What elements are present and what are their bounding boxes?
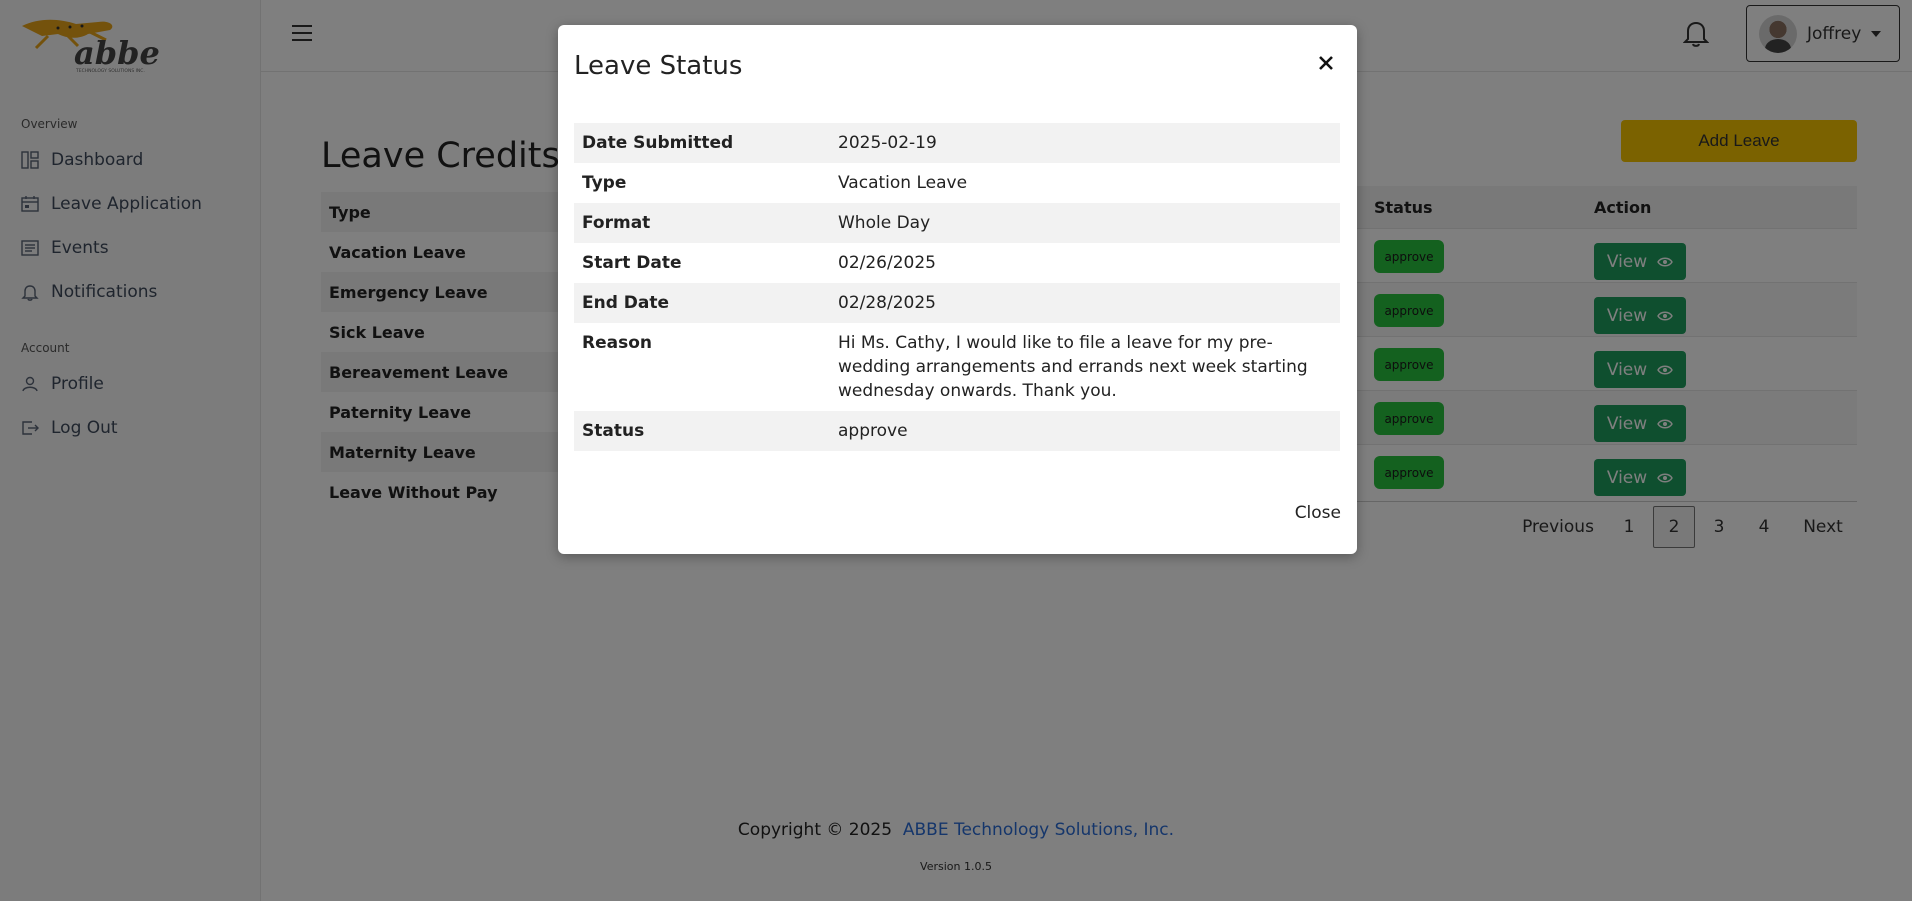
- detail-label: Format: [574, 203, 830, 243]
- leave-status-modal: Leave Status Date Submitted 2025-02-19 Ty…: [558, 25, 1357, 554]
- leave-details-table: Date Submitted 2025-02-19 Type Vacation Le…: [574, 123, 1340, 451]
- detail-value: 02/26/2025: [838, 253, 936, 273]
- detail-row: Type Vacation Leave: [574, 163, 1340, 203]
- modal-title: Leave Status: [574, 51, 743, 81]
- detail-value: Whole Day: [830, 203, 1340, 243]
- detail-value: 02/28/2025: [830, 283, 1340, 323]
- detail-label: Start Date: [582, 253, 682, 273]
- detail-row: Start Date 02/26/2025: [574, 243, 1340, 283]
- detail-row: Date Submitted 2025-02-19: [574, 123, 1340, 163]
- detail-row: End Date 02/28/2025: [574, 283, 1340, 323]
- detail-label: Status: [574, 411, 830, 451]
- detail-value: 2025-02-19: [830, 123, 1340, 163]
- detail-value: Vacation Leave: [838, 173, 968, 193]
- detail-value: approve: [830, 411, 1340, 451]
- close-icon[interactable]: [1317, 54, 1335, 72]
- detail-label: Date Submitted: [574, 123, 830, 163]
- close-button[interactable]: Close: [1295, 503, 1341, 523]
- detail-row: Status approve: [574, 411, 1340, 451]
- detail-row: Reason Hi Ms. Cathy, I would like to file…: [574, 323, 1340, 411]
- detail-label: Reason: [582, 333, 652, 353]
- detail-label: End Date: [574, 283, 830, 323]
- detail-value: Hi Ms. Cathy, I would like to file a lea…: [838, 333, 1308, 401]
- detail-label: Type: [582, 173, 627, 193]
- detail-row: Format Whole Day: [574, 203, 1340, 243]
